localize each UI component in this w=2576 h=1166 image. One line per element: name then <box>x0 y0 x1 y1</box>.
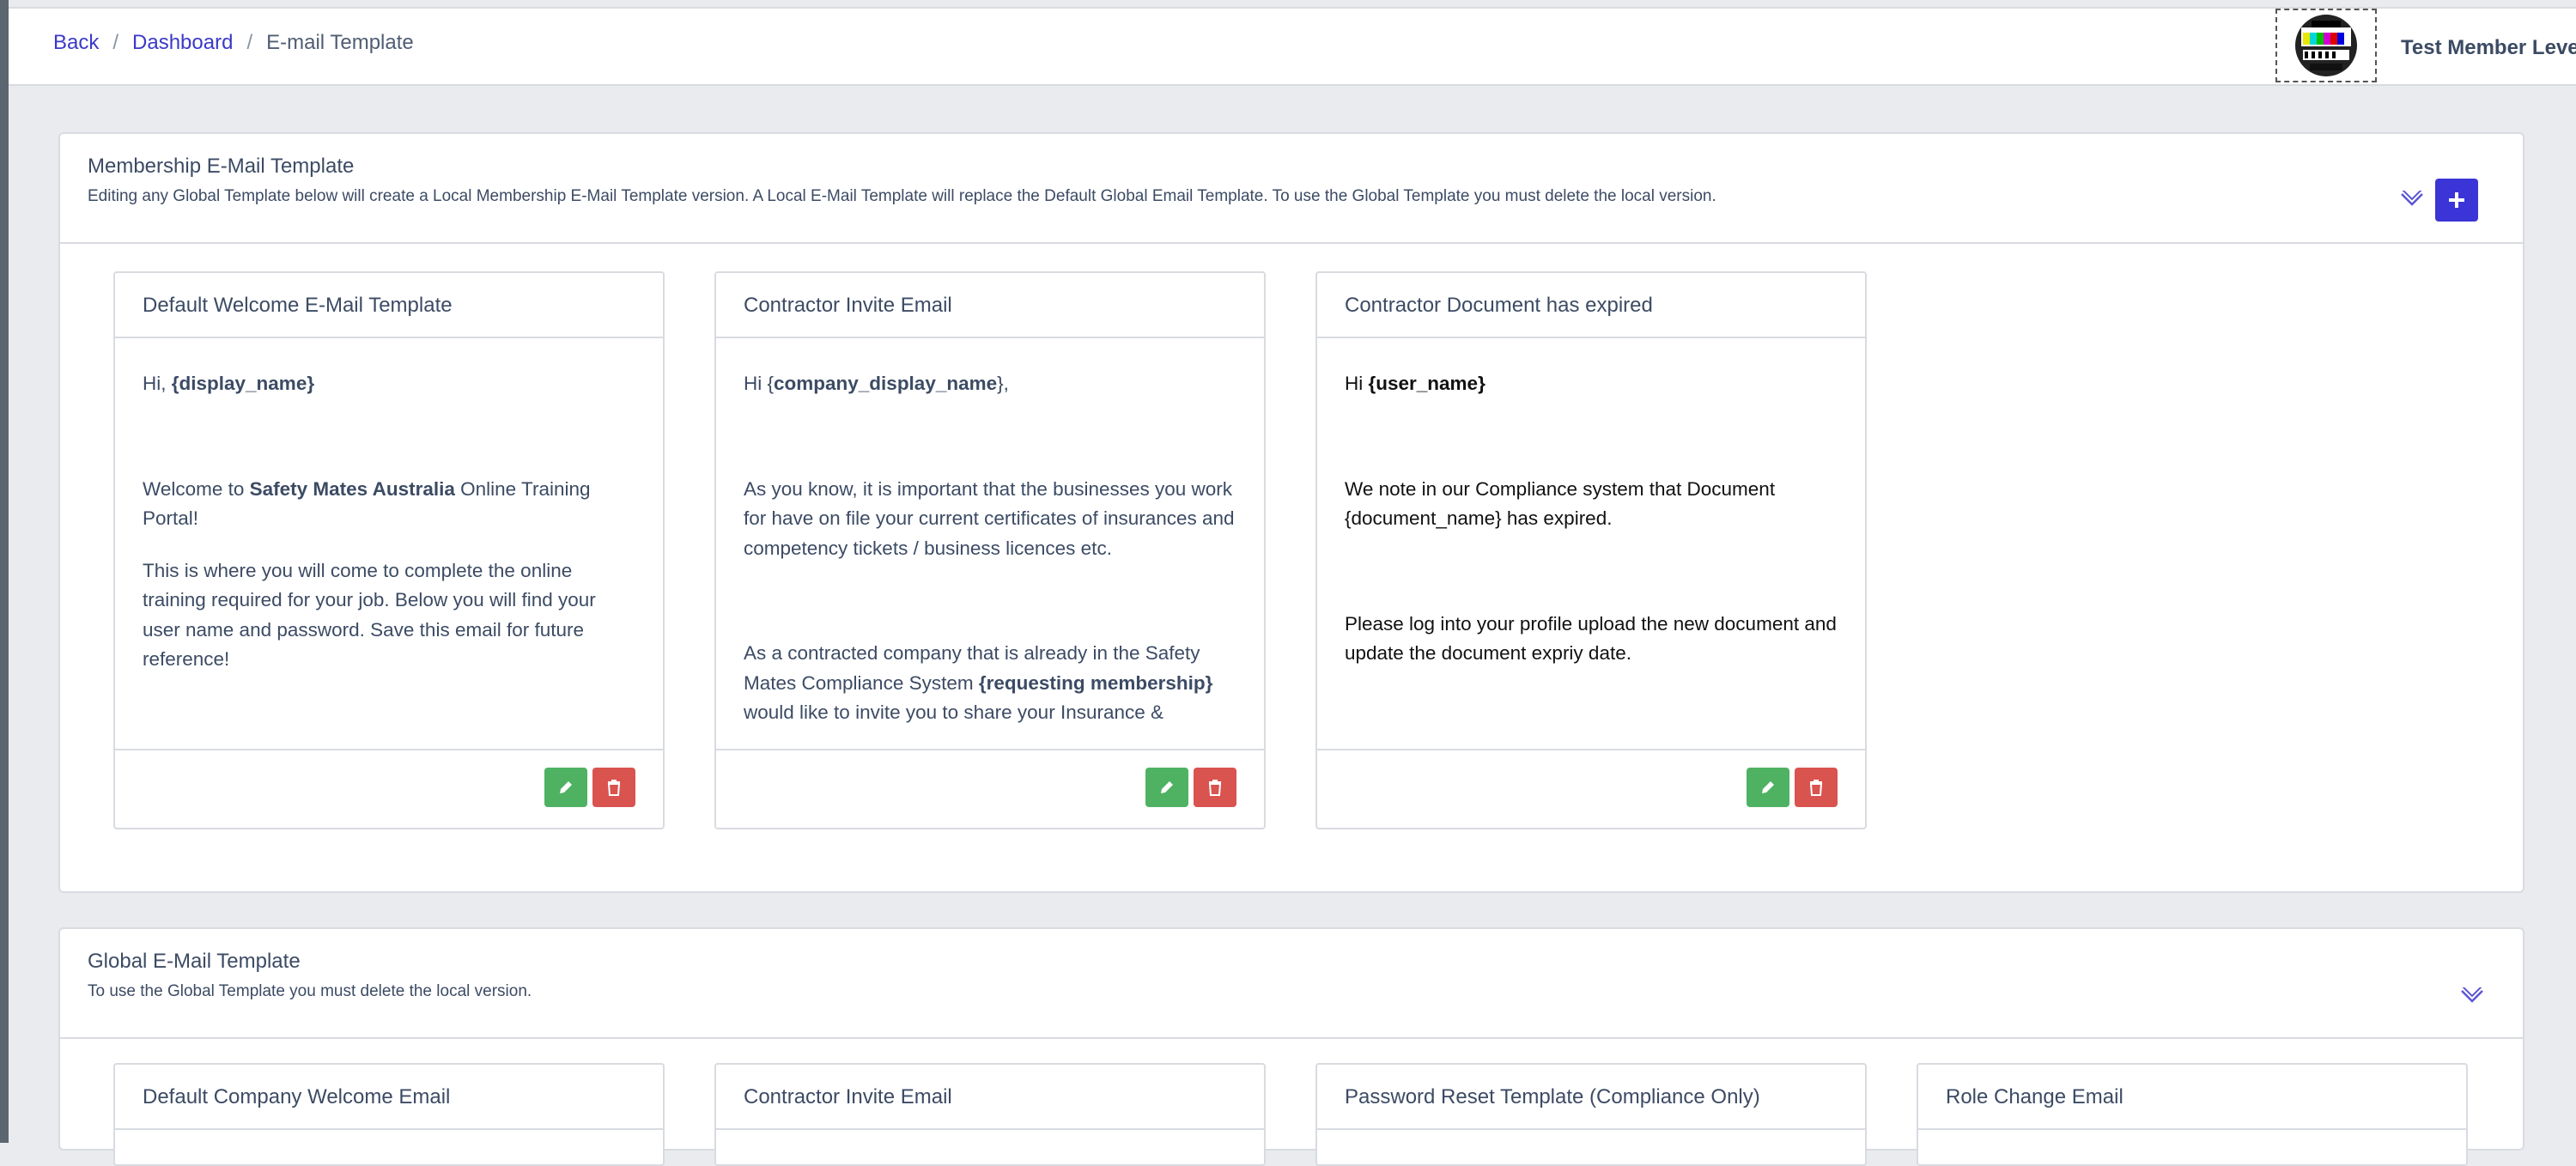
template-variable: {requesting membership} <box>978 671 1213 694</box>
greeting-line: Hi, {display_name} <box>143 369 635 399</box>
global-template-card: Contractor Invite Email <box>714 1063 1266 1166</box>
body-paragraph: We note in our Compliance system that Do… <box>1345 477 1776 530</box>
user-name[interactable]: Test Member Level <box>2401 36 2576 60</box>
template-card-header: Contractor Invite Email <box>716 273 1264 338</box>
section-description: Editing any Global Template below will c… <box>88 187 1716 205</box>
breadcrumb-current: E-mail Template <box>266 31 414 54</box>
template-card-default-welcome: Default Welcome E-Mail Template Hi, {dis… <box>113 271 665 829</box>
section-header: Global E-Mail Template To use the Global… <box>60 929 2523 1039</box>
template-card-title: Contractor Document has expired <box>1345 294 1653 317</box>
edit-button[interactable] <box>1747 768 1789 807</box>
greeting-line: Hi {company_display_name}, <box>744 369 1236 399</box>
plus-icon <box>2449 192 2464 208</box>
template-card-title: Contractor Invite Email <box>744 294 952 317</box>
edit-button[interactable] <box>1145 768 1188 807</box>
trash-icon <box>607 780 621 796</box>
global-template-section: Global E-Mail Template To use the Global… <box>58 927 2524 1166</box>
breadcrumb-dashboard-link[interactable]: Dashboard <box>132 31 233 55</box>
section-title: Membership E-Mail Template <box>88 155 355 178</box>
breadcrumb-separator: / <box>112 31 119 54</box>
body-text: Welcome to <box>143 477 250 500</box>
chevron-down-icon[interactable] <box>2399 191 2425 208</box>
body-paragraph: This is where you will come to complete … <box>143 559 596 671</box>
body-paragraph: As you know, it is important that the bu… <box>744 477 1235 559</box>
test-pattern-avatar-icon <box>2295 15 2357 76</box>
trash-icon <box>1208 780 1222 796</box>
template-card-contractor-invite: Contractor Invite Email Hi {company_disp… <box>714 271 1266 829</box>
template-card-header: Default Welcome E-Mail Template <box>115 273 663 338</box>
global-template-card: Password Reset Template (Compliance Only… <box>1315 1063 1867 1166</box>
pencil-icon <box>1762 781 1774 793</box>
template-card-footer <box>1317 749 1865 828</box>
company-name: Safety Mates Australia <box>249 477 455 500</box>
template-card-title: Default Welcome E-Mail Template <box>143 294 453 317</box>
template-card-header: Contractor Document has expired <box>1317 273 1865 338</box>
trash-icon <box>1809 780 1823 796</box>
template-variable: company_display_name <box>774 373 998 394</box>
template-card-preview: Hi {user_name} We note in our Compliance… <box>1317 338 1865 749</box>
body-paragraph: As a contracted company that is already … <box>744 639 1236 728</box>
breadcrumb-separator: / <box>246 31 253 54</box>
top-header: Back / Dashboard / E-mail Template Test … <box>9 7 2576 86</box>
edit-button[interactable] <box>544 768 587 807</box>
template-card-preview: Hi {company_display_name}, As you know, … <box>716 338 1264 749</box>
template-card-title: Password Reset Template (Compliance Only… <box>1345 1085 1760 1108</box>
avatar[interactable] <box>2275 9 2377 82</box>
breadcrumb: Back / Dashboard / E-mail Template <box>53 31 414 55</box>
template-variable: {user_name} <box>1368 373 1485 394</box>
template-card-header: Role Change Email <box>1918 1065 2466 1130</box>
chevron-down-icon[interactable] <box>2459 987 2485 1005</box>
add-template-button[interactable] <box>2435 179 2478 222</box>
template-card-footer <box>716 749 1264 828</box>
template-card-document-expired: Contractor Document has expired Hi {user… <box>1315 271 1867 829</box>
section-description: To use the Global Template you must dele… <box>88 982 532 1000</box>
template-card-header: Contractor Invite Email <box>716 1065 1264 1130</box>
global-template-card: Role Change Email <box>1917 1063 2468 1166</box>
section-header: Membership E-Mail Template Editing any G… <box>60 134 2523 244</box>
greeting-line: Hi {user_name} <box>1345 369 1838 399</box>
pencil-icon <box>560 781 572 793</box>
template-variable: {display_name} <box>171 373 315 394</box>
template-card-preview: Hi, {display_name} Welcome to Safety Mat… <box>115 338 663 749</box>
membership-template-section: Membership E-Mail Template Editing any G… <box>58 132 2524 893</box>
pencil-icon <box>1161 781 1173 793</box>
global-template-card: Default Company Welcome Email <box>113 1063 665 1166</box>
template-card-title: Contractor Invite Email <box>744 1085 952 1108</box>
template-card-title: Default Company Welcome Email <box>143 1085 451 1108</box>
greeting-text: Hi, <box>143 373 172 394</box>
greeting-text: Hi <box>1345 373 1369 394</box>
greeting-text: Hi { <box>744 373 775 394</box>
greeting-text: }, <box>997 373 1009 394</box>
delete-button[interactable] <box>592 768 635 807</box>
body-paragraph: Welcome to Safety Mates Australia Online… <box>143 475 635 534</box>
template-card-title: Role Change Email <box>1946 1085 2123 1108</box>
body-paragraph: Please log into your profile upload the … <box>1345 612 1837 665</box>
sidebar-edge <box>0 0 9 1143</box>
template-card-header: Password Reset Template (Compliance Only… <box>1317 1065 1865 1130</box>
delete-button[interactable] <box>1194 768 1236 807</box>
section-title: Global E-Mail Template <box>88 950 301 973</box>
delete-button[interactable] <box>1795 768 1838 807</box>
breadcrumb-back-link[interactable]: Back <box>53 31 99 55</box>
body-text: would like to invite you to share your I… <box>744 701 1164 723</box>
template-card-footer <box>115 749 663 828</box>
template-card-header: Default Company Welcome Email <box>115 1065 663 1130</box>
